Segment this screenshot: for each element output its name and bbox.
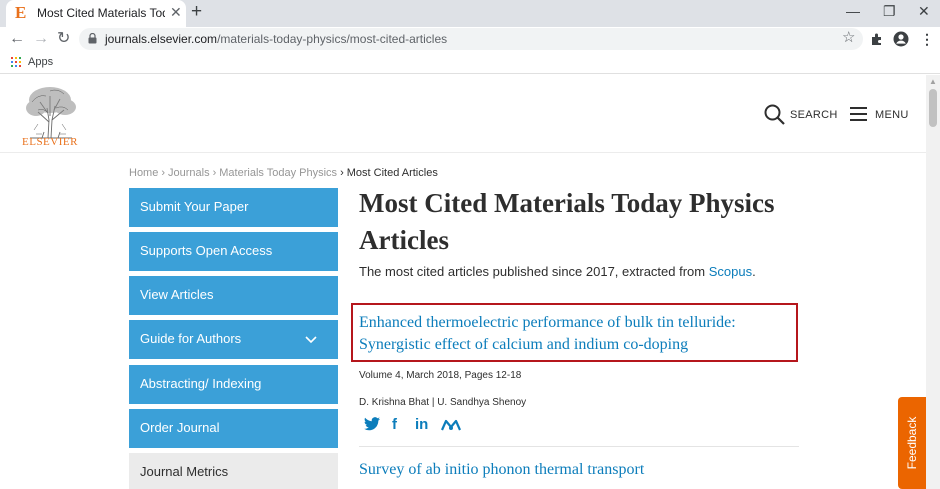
page-title: Most Cited Materials Today Physics Artic…: [359, 188, 775, 255]
page-subtitle: The most cited articles published since …: [359, 264, 756, 279]
breadcrumb-current: Most Cited Articles: [346, 167, 438, 179]
scopus-link[interactable]: Scopus: [709, 264, 752, 279]
lock-icon: [88, 33, 97, 44]
window-close-icon[interactable]: ✕: [918, 3, 930, 19]
sidebar-item-label: Guide for Authors: [140, 331, 242, 346]
linkedin-icon[interactable]: in: [415, 416, 428, 434]
new-tab-icon[interactable]: +: [191, 2, 202, 22]
sidebar-item-guide-authors[interactable]: Guide for Authors: [129, 320, 338, 359]
sidebar-item-label: Journal Metrics: [140, 464, 229, 479]
minimize-icon[interactable]: —: [846, 3, 860, 19]
search-button[interactable]: SEARCH: [764, 104, 837, 126]
breadcrumb-separator-icon: ›: [212, 167, 217, 179]
sidebar-item-abstracting-indexing[interactable]: Abstracting/ Indexing: [129, 365, 338, 404]
article-volume: Volume 4, March 2018, Pages 12-18: [359, 370, 522, 381]
chevron-down-icon[interactable]: [305, 333, 317, 345]
article-title-link[interactable]: Survey of ab initio phonon thermal trans…: [359, 461, 644, 479]
sidebar-item-label: View Articles: [140, 287, 214, 302]
menu-button[interactable]: MENU: [850, 105, 912, 125]
reload-icon[interactable]: ↻: [57, 30, 70, 48]
article-title-link[interactable]: Enhanced thermoelectric performance of b…: [359, 312, 799, 356]
facebook-icon[interactable]: f: [392, 416, 397, 434]
subtitle-period: .: [752, 264, 756, 279]
article-title-line: Synergistic effect of calcium and indium…: [359, 336, 689, 353]
subtitle-text: The most cited articles published since …: [359, 264, 709, 279]
browser-toolbar: ← → ↻ journals.elsevier.com/materials-to…: [0, 27, 940, 52]
article-title-line: Enhanced thermoelectric performance of b…: [359, 314, 736, 331]
menu-label: MENU: [875, 109, 909, 121]
apps-bookmark-label[interactable]: Apps: [28, 56, 53, 68]
extensions-puzzle-icon[interactable]: [870, 32, 884, 46]
sidebar-item-label: Supports Open Access: [140, 243, 273, 258]
tab-title: Most Cited Materials Today Physics: [37, 6, 165, 20]
scrollbar-thumb[interactable]: [929, 89, 937, 127]
restore-icon[interactable]: ❐: [883, 3, 896, 19]
article-divider: [359, 446, 799, 447]
sidebar-item-view-articles[interactable]: View Articles: [129, 276, 338, 315]
web-page: ELSEVIER SEARCH MENU Home › Journals › Mater…: [0, 75, 926, 489]
breadcrumb-separator-icon: ›: [340, 167, 344, 179]
article-authors: D. Krishna Bhat | U. Sandhya Shenoy: [359, 397, 527, 408]
bookmark-star-icon[interactable]: ☆: [842, 30, 855, 46]
browser-tab[interactable]: E Most Cited Materials Today Physics ✕: [6, 0, 186, 27]
address-bar[interactable]: journals.elsevier.com/materials-today-ph…: [79, 28, 863, 50]
twitter-icon[interactable]: [364, 417, 380, 431]
url-path: /materials-today-physics/most-cited-arti…: [217, 32, 448, 46]
elsevier-wordmark: ELSEVIER: [22, 136, 78, 148]
apps-grid-icon[interactable]: [11, 57, 21, 67]
url-text: journals.elsevier.com/materials-today-ph…: [105, 32, 447, 46]
forward-icon[interactable]: →: [33, 30, 49, 48]
profile-avatar-icon[interactable]: [893, 31, 909, 47]
url-domain: journals.elsevier.com: [105, 32, 218, 46]
header-divider: [0, 152, 926, 153]
tab-strip: E Most Cited Materials Today Physics ✕ +…: [0, 0, 940, 27]
elsevier-favicon-icon: E: [15, 3, 27, 22]
page-scrollbar[interactable]: ▲: [926, 75, 940, 489]
breadcrumb-journals[interactable]: Journals: [168, 167, 210, 179]
sidebar-item-order-journal[interactable]: Order Journal: [129, 409, 338, 448]
sidebar-item-journal-metrics[interactable]: Journal Metrics: [129, 453, 338, 489]
feedback-label: Feedback: [905, 416, 919, 470]
scroll-up-arrow-icon[interactable]: ▲: [929, 77, 937, 86]
breadcrumb-separator-icon: ›: [161, 167, 166, 179]
breadcrumb-home[interactable]: Home: [129, 167, 158, 179]
sidebar-item-label: Order Journal: [140, 420, 220, 435]
tab-close-icon[interactable]: ✕: [170, 5, 182, 19]
sidebar-item-open-access[interactable]: Supports Open Access: [129, 232, 338, 271]
sidebar-item-label: Abstracting/ Indexing: [140, 376, 262, 391]
mendeley-icon[interactable]: [441, 419, 461, 431]
breadcrumb-journal[interactable]: Materials Today Physics: [219, 167, 337, 179]
sidebar-item-submit-paper[interactable]: Submit Your Paper: [129, 188, 338, 227]
breadcrumb: Home › Journals › Materials Today Physics › Mo…: [129, 167, 438, 179]
sidebar-item-label: Submit Your Paper: [140, 199, 249, 214]
feedback-tab[interactable]: Feedback: [898, 397, 926, 489]
search-icon: [764, 104, 785, 125]
browser-menu-kebab-icon[interactable]: ⋮: [920, 31, 934, 47]
search-label: SEARCH: [790, 109, 838, 121]
back-icon[interactable]: ←: [9, 30, 25, 48]
bookmarks-bar: Apps: [0, 52, 940, 74]
